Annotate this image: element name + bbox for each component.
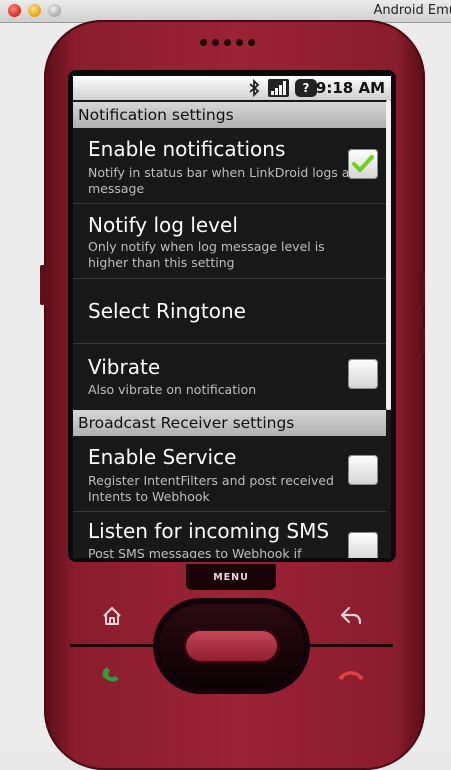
divider bbox=[305, 644, 393, 647]
trackball[interactable] bbox=[184, 629, 279, 663]
home-icon[interactable] bbox=[101, 605, 123, 627]
scrollbar[interactable] bbox=[386, 100, 391, 410]
vibrate-checkbox[interactable] bbox=[348, 359, 378, 389]
pref-summary: Post SMS messages to Webhook if bbox=[88, 546, 302, 558]
device-screen: ? 9:18 AM Notification settings Enable n… bbox=[73, 76, 391, 558]
section-header-broadcast: Broadcast Receiver settings bbox=[73, 410, 386, 436]
checkmark-icon bbox=[352, 155, 374, 172]
enable-notifications-checkbox[interactable] bbox=[348, 149, 378, 179]
end-call-icon[interactable] bbox=[336, 667, 366, 683]
section-header-notifications: Notification settings bbox=[73, 102, 386, 128]
zoom-window-button[interactable] bbox=[48, 4, 61, 17]
volume-button[interactable] bbox=[40, 265, 46, 305]
pref-vibrate[interactable]: Vibrate Also vibrate on notification bbox=[73, 344, 386, 409]
pref-select-ringtone[interactable]: Select Ringtone bbox=[73, 279, 386, 344]
signal-icon bbox=[268, 79, 289, 97]
pref-title: Enable notifications bbox=[88, 137, 286, 161]
status-bar: ? 9:18 AM bbox=[73, 76, 391, 100]
call-icon[interactable] bbox=[99, 663, 127, 683]
bluetooth-icon bbox=[249, 79, 260, 97]
side-button-lower[interactable] bbox=[419, 328, 425, 354]
minimize-window-button[interactable] bbox=[28, 4, 41, 17]
pref-enable-notifications[interactable]: Enable notifications Notify in status ba… bbox=[73, 128, 386, 204]
window-title: Android Emu bbox=[373, 3, 451, 18]
close-window-button[interactable] bbox=[8, 4, 21, 17]
pref-notify-log-level[interactable]: Notify log level Only notify when log me… bbox=[73, 204, 386, 279]
earpiece-speaker bbox=[200, 39, 255, 46]
pref-title: Enable Service bbox=[88, 445, 237, 469]
pref-listen-sms[interactable]: Listen for incoming SMS Post SMS message… bbox=[73, 512, 386, 558]
pref-enable-service[interactable]: Enable Service Register IntentFilters an… bbox=[73, 436, 386, 512]
pref-title: Listen for incoming SMS bbox=[88, 519, 330, 543]
back-icon[interactable] bbox=[339, 605, 363, 627]
side-button-upper[interactable] bbox=[419, 276, 425, 306]
pref-summary: Notify in status bar when LinkDroid logs… bbox=[88, 165, 350, 196]
battery-unknown-icon: ? bbox=[295, 79, 317, 97]
enable-service-checkbox[interactable] bbox=[348, 455, 378, 485]
pref-summary: Only notify when log message level is hi… bbox=[88, 239, 325, 270]
pref-summary: Register IntentFilters and post received… bbox=[88, 473, 334, 504]
pref-title: Notify log level bbox=[88, 213, 238, 237]
menu-label: MENU bbox=[213, 572, 249, 583]
pref-title: Select Ringtone bbox=[88, 299, 246, 323]
pref-summary: Also vibrate on notification bbox=[88, 382, 257, 397]
status-bar-time: 9:18 AM bbox=[315, 79, 385, 97]
divider bbox=[70, 644, 158, 647]
listen-sms-checkbox[interactable] bbox=[348, 532, 378, 558]
menu-button[interactable]: MENU bbox=[186, 564, 276, 590]
pref-title: Vibrate bbox=[88, 355, 161, 379]
